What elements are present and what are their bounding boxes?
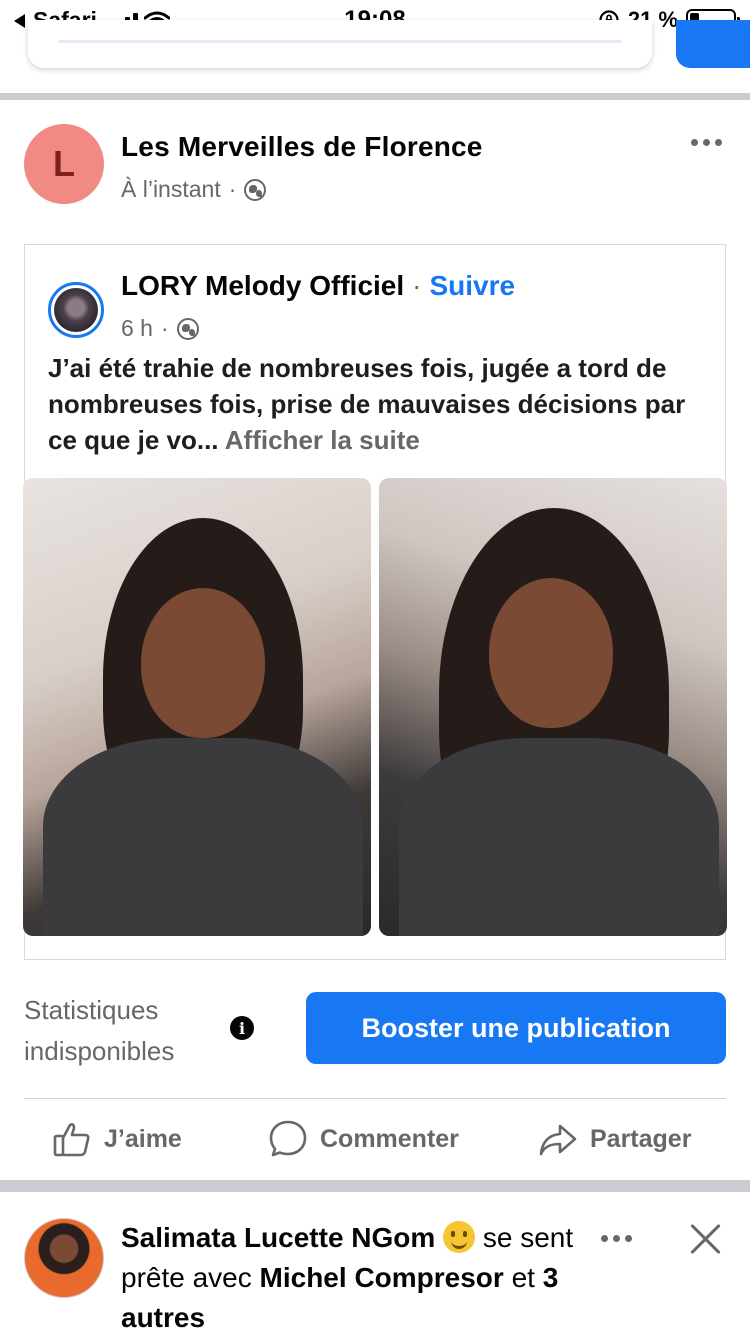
comment-bubble-icon: [269, 1120, 307, 1157]
comment-button[interactable]: Commenter: [268, 1117, 459, 1161]
post-meta: À l’instant ·: [121, 176, 267, 203]
close-icon[interactable]: [689, 1222, 723, 1256]
page-name[interactable]: Les Merveilles de Florence: [121, 131, 483, 163]
meta-separator: ·: [228, 176, 237, 202]
comment-label: Commenter: [320, 1124, 459, 1153]
follow-button[interactable]: Suivre: [430, 270, 516, 302]
info-icon[interactable]: i: [230, 1016, 254, 1040]
post-photo-2[interactable]: [379, 478, 727, 936]
post-text: J’ai été trahie de nombreuses fois, jugé…: [48, 350, 718, 458]
action-divider: [24, 1098, 726, 1099]
feed-separator: [0, 93, 750, 100]
shared-author-name[interactable]: LORY Melody Officiel: [121, 270, 404, 302]
shared-author-avatar[interactable]: [48, 282, 104, 338]
author-separator: ·: [412, 270, 422, 301]
share-label: Partager: [590, 1124, 692, 1153]
next-post-header: Salimata Lucette NGom se sent prête avec…: [121, 1218, 591, 1334]
shared-meta-separator: ·: [160, 315, 169, 341]
post-photo-1[interactable]: [23, 478, 371, 936]
globe-icon: [176, 317, 199, 340]
more-options-icon[interactable]: [691, 139, 722, 146]
composer-blue-button[interactable]: [676, 20, 750, 68]
composer-card-remnant: [28, 20, 652, 68]
next-post-author[interactable]: Salimata Lucette NGom: [121, 1222, 435, 1253]
globe-icon: [244, 178, 267, 201]
like-label: J’aime: [104, 1124, 182, 1153]
smiling-face-icon: [443, 1221, 476, 1253]
like-button[interactable]: J’aime: [52, 1117, 182, 1161]
and-text: et: [511, 1262, 535, 1293]
share-button[interactable]: Partager: [538, 1117, 691, 1161]
thumbs-up-icon: [53, 1123, 90, 1157]
shared-post-time[interactable]: 6 h: [121, 315, 153, 342]
stats-unavailable-label: Statistiques indisponibles: [24, 995, 175, 1066]
boost-post-button[interactable]: Booster une publication: [306, 992, 726, 1064]
page-avatar[interactable]: L: [24, 124, 104, 204]
shared-post-meta: 6 h ·: [121, 315, 199, 342]
share-arrow-icon: [539, 1124, 577, 1156]
feed-separator: [0, 1180, 750, 1192]
shared-author-line: LORY Melody Officiel · Suivre: [121, 270, 515, 302]
more-options-icon[interactable]: [601, 1235, 632, 1242]
tagged-person[interactable]: Michel Compresor: [260, 1262, 504, 1293]
next-post-avatar[interactable]: [24, 1218, 104, 1298]
post-time[interactable]: À l’instant: [121, 176, 221, 203]
see-more-link[interactable]: Afficher la suite: [225, 425, 420, 455]
